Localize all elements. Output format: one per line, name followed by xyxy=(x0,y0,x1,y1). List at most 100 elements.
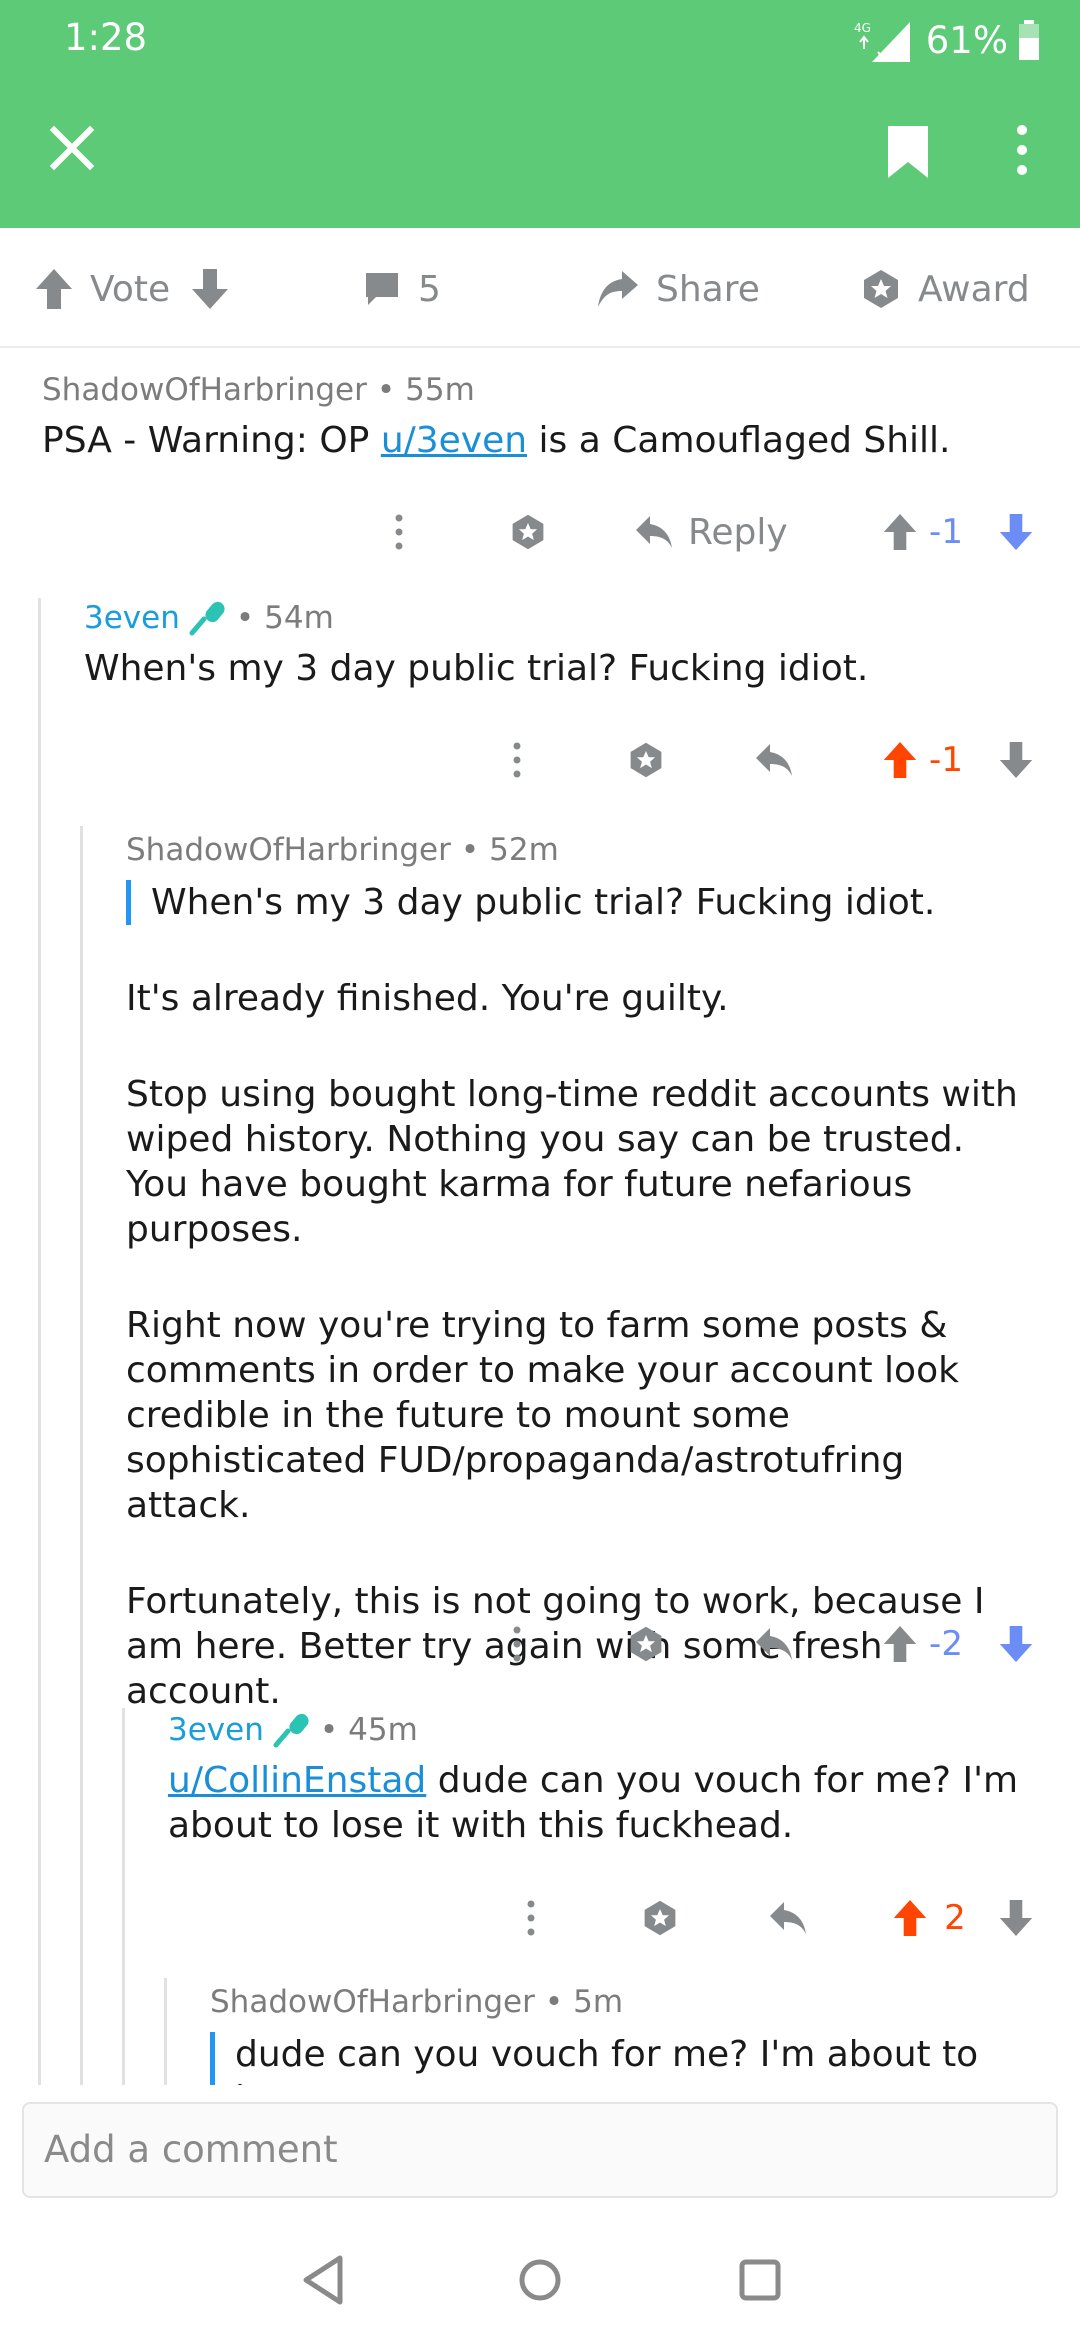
award-icon[interactable] xyxy=(624,730,668,790)
score: -1 xyxy=(929,512,963,552)
more-options-icon[interactable] xyxy=(502,730,532,790)
comment-4: 3even • 45m u/CollinEnstad dude can you … xyxy=(168,1708,1038,1848)
award-button[interactable]: Award xyxy=(860,264,1030,314)
thread-line-2 xyxy=(80,826,83,2085)
meta-separator: • xyxy=(544,1984,564,2020)
comment-2: 3even • 54m When's my 3 day public trial… xyxy=(84,596,1044,691)
award-icon xyxy=(864,270,898,308)
comments-list[interactable]: ShadowOfHarbringer • 55m PSA - Warning: … xyxy=(0,350,1080,2085)
battery-icon xyxy=(1019,20,1039,60)
upvote-icon[interactable] xyxy=(880,502,920,562)
vote-label: Vote xyxy=(90,268,171,310)
award-icon[interactable] xyxy=(624,1614,668,1674)
comment-author[interactable]: ShadowOfHarbringer xyxy=(126,832,451,868)
comment-3-actions: -2 xyxy=(490,1614,1050,1674)
comment-time: 54m xyxy=(264,600,334,636)
share-button[interactable]: Share xyxy=(596,264,760,314)
comment-body: When's my 3 day public trial? Fucking id… xyxy=(84,648,869,689)
reply-icon[interactable] xyxy=(766,1888,810,1948)
thread-line-1 xyxy=(38,598,41,2085)
comment-paragraph: Stop using bought long-time reddit accou… xyxy=(126,1074,1018,1250)
comment-meta: ShadowOfHarbringer • 5m xyxy=(210,1980,1040,2024)
comment-4-actions: 2 xyxy=(504,1888,1050,1948)
comment-author[interactable]: ShadowOfHarbringer xyxy=(42,372,367,408)
microphone-icon xyxy=(273,1713,309,1748)
app-screen: 1:28 4G 61% Vote 5 Share Award ShadowOfH… xyxy=(0,0,1080,2340)
microphone-icon xyxy=(189,601,225,636)
comment-time: 55m xyxy=(405,372,475,408)
comments-button[interactable]: 5 xyxy=(362,264,441,314)
downvote-icon[interactable] xyxy=(996,1614,1036,1674)
comment-placeholder: Add a comment xyxy=(44,2128,338,2171)
comment-author[interactable]: 3even xyxy=(84,600,180,636)
comment-body: u/CollinEnstad dude can you vouch for me… xyxy=(168,1758,1038,1848)
battery-percent: 61% xyxy=(925,18,1008,62)
home-icon[interactable] xyxy=(508,2248,572,2312)
more-vert-icon[interactable] xyxy=(1000,120,1044,180)
comment-paragraph: Right now you're trying to farm some pos… xyxy=(126,1305,959,1526)
downvote-icon[interactable] xyxy=(996,730,1036,790)
more-options-icon[interactable] xyxy=(384,502,414,562)
comment-icon xyxy=(366,273,398,305)
quote-block: dude can you vouch for me? I'm about to … xyxy=(210,2032,1040,2085)
comment-body: PSA - Warning: OP u/3even is a Camouflag… xyxy=(42,418,1042,463)
thread-line-4 xyxy=(164,1978,167,2085)
more-options-icon[interactable] xyxy=(502,1614,532,1674)
comment-author[interactable]: 3even xyxy=(168,1712,264,1748)
more-options-icon[interactable] xyxy=(516,1888,546,1948)
comment-meta: ShadowOfHarbringer • 55m xyxy=(42,368,1042,412)
status-icons: 4G 61% xyxy=(854,16,1040,64)
comment-paragraph: It's already finished. You're guilty. xyxy=(126,978,729,1019)
downvote-icon[interactable] xyxy=(190,267,230,311)
comment-1: ShadowOfHarbringer • 55m PSA - Warning: … xyxy=(42,368,1042,463)
reply-icon[interactable] xyxy=(752,730,796,790)
downvote-icon[interactable] xyxy=(996,1888,1036,1948)
meta-separator: • xyxy=(319,1712,339,1748)
score: 2 xyxy=(944,1898,966,1938)
comment-2-actions: -1 xyxy=(490,730,1050,790)
comment-author[interactable]: ShadowOfHarbringer xyxy=(210,1984,535,2020)
user-link[interactable]: u/CollinEnstad xyxy=(168,1760,426,1801)
close-icon[interactable] xyxy=(42,118,102,178)
bookmark-icon[interactable] xyxy=(878,122,938,182)
comment-time: 52m xyxy=(489,832,559,868)
upvote-icon[interactable] xyxy=(890,1888,930,1948)
quote-block: When's my 3 day public trial? Fucking id… xyxy=(126,880,1036,925)
signal-icon: 4G xyxy=(854,21,910,62)
meta-separator: • xyxy=(376,372,396,408)
comment-meta: 3even • 54m xyxy=(84,596,1044,640)
reply-icon[interactable] xyxy=(752,1614,796,1674)
app-bar xyxy=(0,80,1080,228)
upvote-icon[interactable] xyxy=(880,730,920,790)
meta-separator: • xyxy=(460,832,480,868)
comment-3: ShadowOfHarbringer • 52m When's my 3 day… xyxy=(126,828,1036,1714)
downvote-icon[interactable] xyxy=(996,502,1036,562)
award-icon[interactable] xyxy=(506,502,550,562)
comment-text: is a Camouflaged Shill. xyxy=(527,420,951,461)
comment-1-actions: Reply -1 xyxy=(370,502,1050,562)
status-time: 1:28 xyxy=(64,16,148,59)
upvote-icon[interactable] xyxy=(880,1614,920,1674)
comment-time: 45m xyxy=(348,1712,418,1748)
reply-icon xyxy=(636,516,672,548)
back-icon[interactable] xyxy=(292,2248,356,2312)
post-action-bar: Vote 5 Share Award xyxy=(0,228,1080,348)
thread-line-3 xyxy=(122,1708,125,2085)
share-label: Share xyxy=(656,268,760,310)
status-bar: 1:28 4G 61% xyxy=(0,0,1080,80)
reply-button[interactable]: Reply xyxy=(634,502,804,562)
award-label: Award xyxy=(918,268,1030,310)
upvote-icon[interactable] xyxy=(34,267,74,311)
recents-icon[interactable] xyxy=(728,2248,792,2312)
meta-separator: • xyxy=(235,600,255,636)
add-comment-input[interactable]: Add a comment xyxy=(22,2102,1058,2198)
reply-label: Reply xyxy=(688,511,788,553)
comment-meta: ShadowOfHarbringer • 52m xyxy=(126,828,1036,872)
share-icon xyxy=(598,271,638,307)
score: -1 xyxy=(929,740,963,780)
comment-text: PSA - Warning: OP xyxy=(42,420,381,461)
vote-group: Vote xyxy=(34,264,230,314)
user-link[interactable]: u/3even xyxy=(381,420,527,461)
system-nav-bar xyxy=(0,2220,1080,2340)
award-icon[interactable] xyxy=(638,1888,682,1948)
